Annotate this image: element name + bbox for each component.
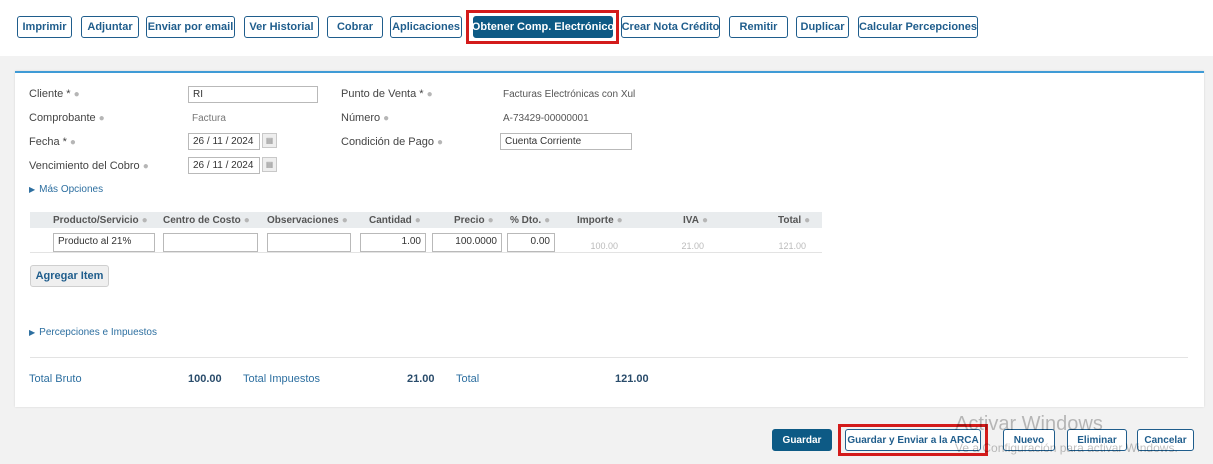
comprobante-label: Comprobante ● [29, 112, 105, 124]
activation-watermark-subtitle: Ve a Configuración para activar Windows. [955, 441, 1178, 455]
precio-input[interactable]: 100.0000 [432, 233, 502, 252]
total-impuestos-value: 21.00 [407, 373, 435, 385]
help-icon: ● [436, 137, 444, 148]
total-impuestos-label: Total Impuestos [243, 373, 321, 385]
duplicar-button[interactable]: Duplicar [796, 16, 849, 38]
triangle-right-icon: ▶ [29, 328, 36, 337]
iva-value: 21.00 [681, 241, 704, 251]
percepciones-toggle[interactable]: ▶ Percepciones e Impuestos [29, 327, 157, 338]
help-icon: ● [98, 113, 105, 124]
header-centro-costo: Centro de Costo ● [163, 215, 250, 226]
remitir-button[interactable]: Remitir [729, 16, 788, 38]
header-iva: IVA ● [683, 215, 708, 226]
total-bruto-value: 100.00 [188, 373, 222, 385]
activation-watermark-title: Activar Windows [955, 413, 1103, 435]
calendar-icon[interactable]: ▦ [262, 157, 277, 172]
row-divider [30, 252, 822, 253]
total-bruto-label: Total Bruto [29, 373, 82, 385]
aplicaciones-button[interactable]: Aplicaciones [390, 16, 462, 38]
header-precio: Precio ● [454, 215, 494, 226]
total-value-summary: 121.00 [615, 373, 649, 385]
cobrar-button[interactable]: Cobrar [327, 16, 383, 38]
dto-input[interactable]: 0.00 [507, 233, 555, 252]
triangle-right-icon: ▶ [29, 185, 36, 194]
producto-input[interactable]: Producto al 21% [53, 233, 155, 252]
help-icon: ● [142, 161, 149, 172]
header-total: Total ● [778, 215, 811, 226]
help-icon: ● [383, 113, 390, 124]
totals-divider [30, 357, 1188, 358]
header-producto: Producto/Servicio ● [53, 215, 148, 226]
header-importe: Importe ● [577, 215, 623, 226]
fecha-input[interactable]: 26 / 11 / 2024 [188, 133, 260, 150]
numero-label: Número ● [341, 112, 390, 124]
calendar-icon[interactable]: ▦ [262, 133, 277, 148]
numero-value: A-73429-00000001 [503, 113, 589, 124]
cliente-input[interactable]: RI [188, 86, 318, 103]
imprimir-button[interactable]: Imprimir [17, 16, 72, 38]
vencimiento-label: Vencimiento del Cobro ● [29, 160, 149, 172]
help-icon: ● [73, 89, 80, 100]
enviar-email-button[interactable]: Enviar por email [146, 16, 235, 38]
fecha-label: Fecha * ● [29, 136, 76, 148]
crear-nota-credito-button[interactable]: Crear Nota Crédito [621, 16, 720, 38]
condicion-pago-input[interactable]: Cuenta Corriente [500, 133, 632, 150]
cantidad-input[interactable]: 1.00 [360, 233, 426, 252]
condicion-pago-label: Condición de Pago ● [341, 136, 444, 148]
comprobante-value: Factura [192, 113, 226, 124]
header-dto: % Dto. ● [510, 215, 551, 226]
header-observaciones: Observaciones ● [267, 215, 348, 226]
guardar-button[interactable]: Guardar [772, 429, 832, 451]
total-value: 121.00 [778, 241, 806, 251]
importe-value: 100.00 [590, 241, 618, 251]
adjuntar-button[interactable]: Adjuntar [81, 16, 139, 38]
centro-costo-input[interactable] [163, 233, 258, 252]
agregar-item-button[interactable]: Agregar Item [30, 265, 109, 287]
cliente-label: Cliente * ● [29, 88, 80, 100]
calcular-percepciones-button[interactable]: Calcular Percepciones [858, 16, 978, 38]
total-label: Total [456, 373, 480, 385]
help-icon: ● [69, 137, 76, 148]
ver-historial-button[interactable]: Ver Historial [244, 16, 319, 38]
vencimiento-input[interactable]: 26 / 11 / 2024 [188, 157, 260, 174]
observaciones-input[interactable] [267, 233, 351, 252]
punto-venta-label: Punto de Venta * ● [341, 88, 433, 100]
help-icon: ● [426, 89, 433, 100]
mas-opciones-toggle[interactable]: ▶ Más Opciones [29, 184, 103, 195]
header-cantidad: Cantidad ● [369, 215, 421, 226]
punto-venta-value: Facturas Electrónicas con Xul [503, 89, 636, 100]
highlight-box-obtener [466, 10, 619, 44]
